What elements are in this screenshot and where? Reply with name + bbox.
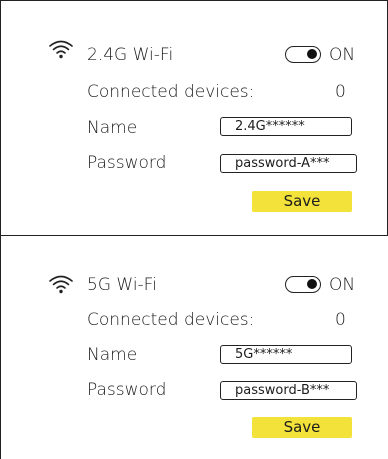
password-label: Password — [87, 380, 167, 400]
save-button[interactable]: Save — [252, 191, 352, 212]
name-label: Name — [87, 118, 138, 138]
connected-devices-count: 0 — [335, 310, 346, 330]
toggle-label: ON — [329, 45, 356, 65]
connected-devices-label: Connected devices: — [87, 310, 255, 330]
wifi-5g-panel: 5G Wi-Fi ON Connected devices: 0 Name Pa… — [0, 236, 388, 459]
wifi-toggle[interactable] — [285, 46, 321, 63]
toggle-label: ON — [329, 275, 356, 295]
connected-devices-count: 0 — [335, 82, 346, 102]
network-title: 2.4G Wi-Fi — [87, 45, 174, 65]
password-input[interactable] — [220, 154, 357, 173]
password-label: Password — [87, 153, 167, 173]
name-input[interactable] — [220, 117, 352, 136]
save-button[interactable]: Save — [252, 417, 352, 438]
wifi-icon — [49, 275, 73, 294]
toggle-knob — [307, 49, 317, 59]
network-title: 5G Wi-Fi — [87, 275, 157, 295]
toggle-knob — [307, 279, 317, 289]
name-label: Name — [87, 345, 138, 365]
password-input[interactable] — [220, 381, 357, 400]
connected-devices-label: Connected devices: — [87, 82, 255, 102]
wifi-icon — [49, 40, 73, 59]
name-input[interactable] — [220, 345, 352, 364]
wifi-24g-panel: 2.4G Wi-Fi ON Connected devices: 0 Name … — [0, 0, 388, 236]
wifi-toggle[interactable] — [285, 276, 321, 293]
